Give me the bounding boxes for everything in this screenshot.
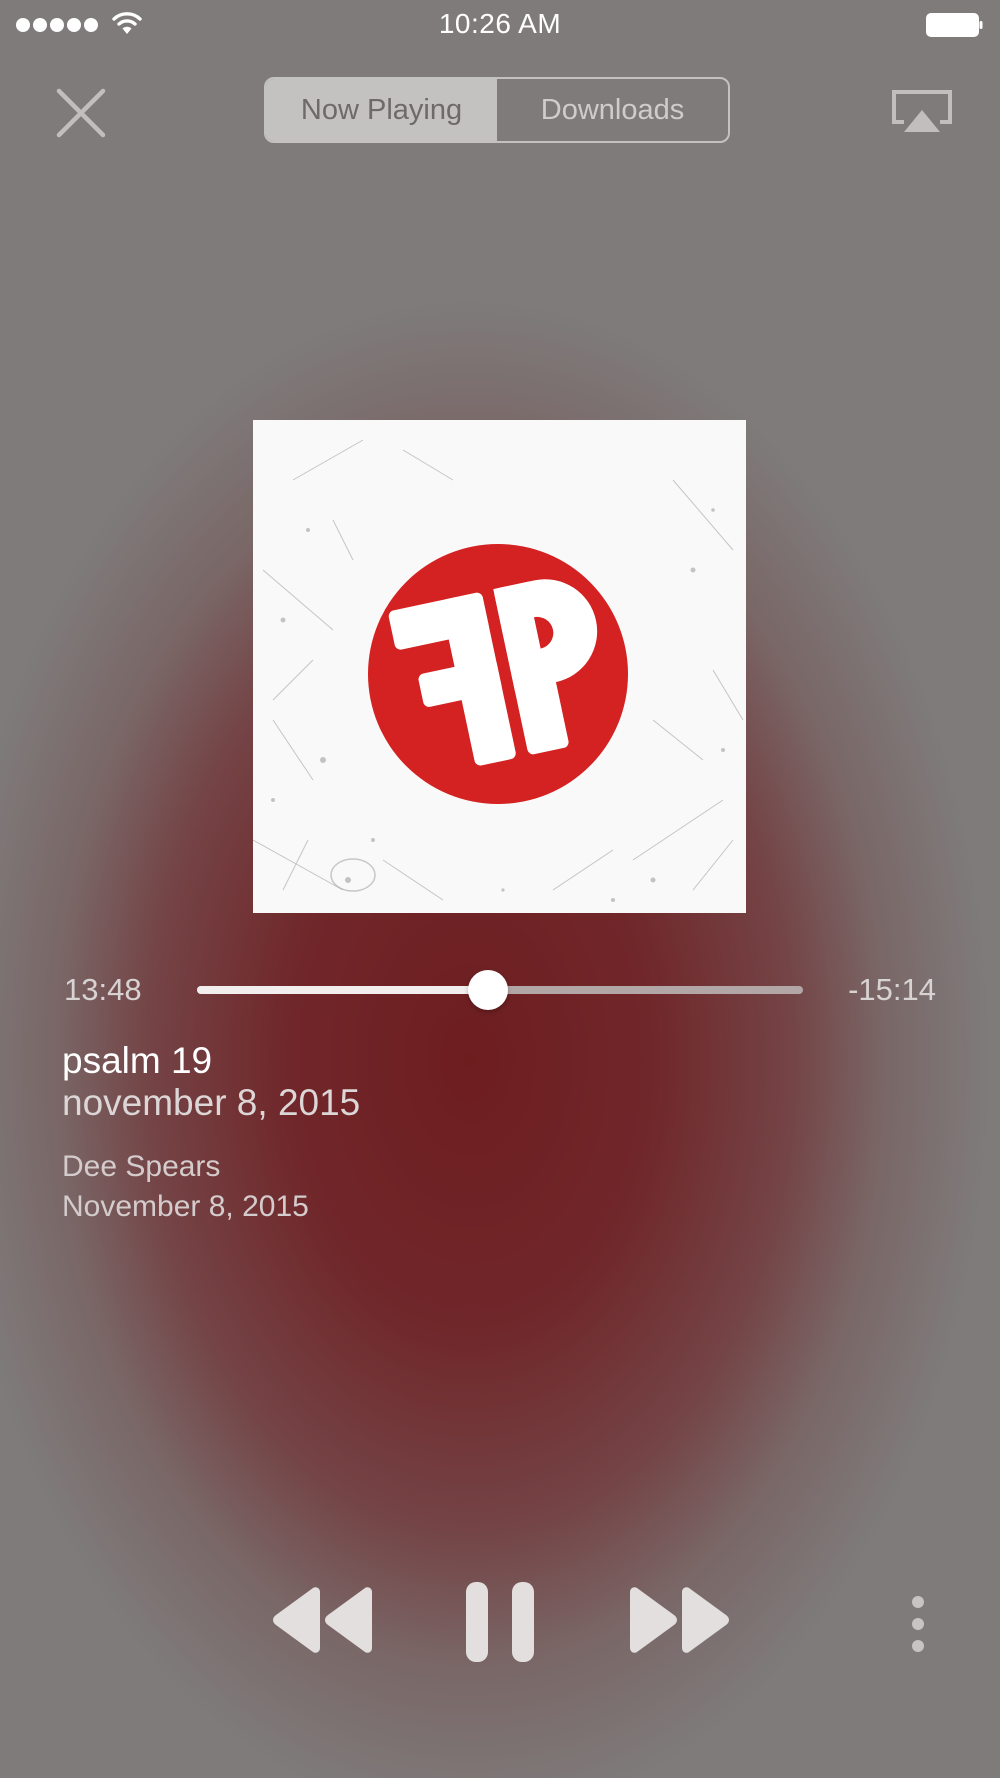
more-vertical-icon [912, 1596, 924, 1652]
episode-subtitle: november 8, 2015 [62, 1082, 361, 1123]
rewind-icon [273, 1587, 372, 1653]
playback-scrubber[interactable] [197, 970, 803, 1010]
segmented-control: Now Playing Downloads [264, 77, 730, 143]
elapsed-time: 13:48 [64, 972, 142, 1007]
tab-now-playing[interactable]: Now Playing [266, 79, 497, 141]
now-playing-screen: 10:26 AM Now Playing Downloads 13:48 -15… [0, 0, 1000, 1778]
close-icon [56, 88, 106, 138]
album-artwork [253, 420, 746, 913]
episode-date: November 8, 2015 [62, 1190, 309, 1223]
more-options-button[interactable] [900, 1594, 936, 1654]
airplay-icon [892, 90, 952, 132]
pause-icon [466, 1582, 534, 1662]
fast-forward-button[interactable] [626, 1584, 732, 1656]
status-time: 10:26 AM [438, 8, 562, 39]
rewind-button[interactable] [270, 1584, 376, 1656]
scrubber-fill [197, 986, 488, 994]
remaining-time: -15:14 [848, 972, 936, 1007]
fast-forward-icon [630, 1587, 729, 1653]
episode-title: psalm 19 [62, 1040, 213, 1081]
airplay-button[interactable] [890, 88, 954, 136]
battery-icon [926, 13, 983, 37]
pause-button[interactable] [466, 1582, 534, 1662]
tab-downloads[interactable]: Downloads [497, 79, 728, 141]
status-bar: 10:26 AM [0, 0, 1000, 50]
close-button[interactable] [54, 86, 108, 140]
speaker-name: Dee Spears [62, 1150, 221, 1183]
podcast-logo-fp [253, 439, 744, 902]
scrubber-knob[interactable] [467, 970, 508, 1010]
